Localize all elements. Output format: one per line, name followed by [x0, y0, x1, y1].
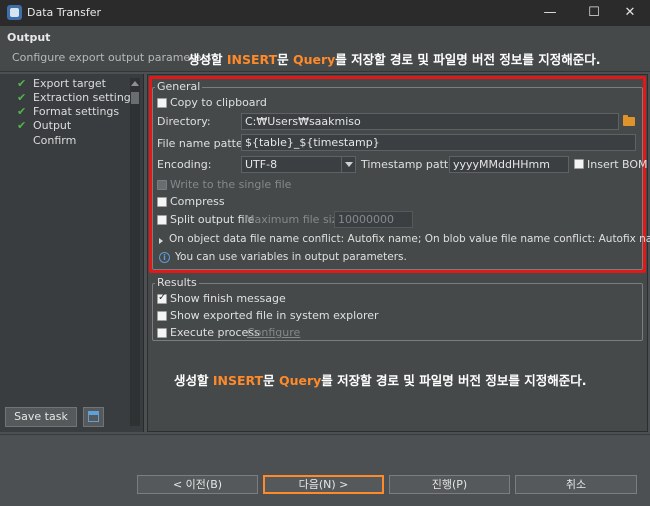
window-title: Data Transfer: [27, 6, 101, 19]
next-button[interactable]: 다음(N) >: [263, 475, 384, 494]
show-finish-message-label: Show finish message: [170, 292, 286, 305]
write-single-file-label: Write to the single file: [170, 178, 292, 191]
copy-to-clipboard-label: Copy to clipboard: [170, 96, 267, 109]
scroll-thumb[interactable]: [131, 92, 139, 104]
compress-checkbox[interactable]: [157, 197, 167, 207]
close-button[interactable]: ✕: [618, 3, 642, 23]
app-icon: [7, 5, 22, 20]
annotation-highlight: INSERT: [226, 52, 278, 67]
page-title: Output: [7, 31, 51, 44]
results-group-title: Results: [155, 276, 199, 289]
max-file-size-input[interactable]: 10000000: [334, 211, 413, 228]
file-name-pattern-input[interactable]: ${table}_${timestamp}: [241, 134, 636, 151]
nav-scrollbar[interactable]: [130, 78, 140, 426]
annotation-highlight: Query: [278, 373, 322, 388]
annotation-text: 생성할: [174, 373, 213, 388]
configure-link[interactable]: Configure: [247, 326, 300, 339]
annotation-text: 생성할: [188, 52, 227, 67]
show-exported-file-checkbox[interactable]: [157, 311, 167, 321]
header-annotation: 생성할 INSERT문 Query를 저장할 경로 및 파일명 버전 정보를 지…: [188, 49, 601, 68]
nav-item-extraction-settings[interactable]: ✔ Extraction settings: [17, 91, 137, 105]
maximize-button[interactable]: ☐: [582, 3, 606, 23]
nav-item-format-settings[interactable]: ✔ Format settings: [17, 105, 137, 119]
nav-item-confirm[interactable]: Confirm: [17, 134, 137, 148]
annotation-text: 를 저장할 경로 및 파일명 버전 정보를 지정해준다.: [321, 373, 587, 388]
nav-item-label: Extraction settings: [33, 91, 137, 104]
timestamp-pattern-input[interactable]: yyyyMMddHHmm: [449, 156, 569, 173]
main-annotation: 생성할 INSERT문 Query를 저장할 경로 및 파일명 버전 정보를 지…: [174, 370, 587, 389]
general-group-title: General: [155, 80, 203, 93]
write-single-file-checkbox[interactable]: [157, 180, 167, 190]
max-file-size-label: Maximum file size:: [245, 213, 348, 226]
annotation-highlight: INSERT: [212, 373, 264, 388]
insert-bom-checkbox[interactable]: [574, 159, 584, 169]
nav-item-label: Output: [33, 119, 72, 132]
directory-input[interactable]: C:₩Users₩saakmiso: [241, 113, 619, 130]
dialog-footer: [0, 434, 650, 506]
copy-to-clipboard-checkbox[interactable]: [157, 98, 167, 108]
check-icon: ✔: [17, 119, 27, 132]
task-config-icon: [88, 411, 99, 422]
nav-item-label: Export target: [33, 77, 106, 90]
save-task-button[interactable]: Save task: [5, 407, 77, 427]
split-output-label: Split output file: [170, 213, 255, 226]
check-icon: ✔: [17, 91, 27, 104]
encoding-label: Encoding:: [157, 158, 212, 171]
check-icon: ✔: [17, 77, 27, 90]
info-icon: i: [159, 252, 170, 263]
directory-label: Directory:: [157, 115, 211, 128]
nav-item-output[interactable]: ✔ Output: [17, 119, 137, 133]
execute-process-checkbox[interactable]: [157, 328, 167, 338]
annotation-text: 문: [277, 52, 293, 67]
check-icon: ✔: [17, 105, 27, 118]
show-finish-message-checkbox[interactable]: [157, 292, 167, 304]
conflict-settings-text[interactable]: On object data file name conflict: Autof…: [169, 233, 650, 245]
nav-item-label: Format settings: [33, 105, 120, 118]
annotation-highlight: Query: [292, 52, 336, 67]
folder-icon[interactable]: [623, 115, 635, 126]
variables-info-text: You can use variables in output paramete…: [175, 251, 407, 263]
minimize-button[interactable]: —: [538, 3, 562, 23]
encoding-select[interactable]: UTF-8: [241, 156, 356, 173]
nav-item-label: Confirm: [33, 134, 77, 147]
prev-button[interactable]: < 이전(B): [137, 475, 258, 494]
cancel-button[interactable]: 취소: [515, 475, 637, 494]
expand-arrow-icon[interactable]: [159, 238, 163, 244]
proceed-button[interactable]: 진행(P): [389, 475, 510, 494]
annotation-text: 문: [263, 373, 279, 388]
chevron-down-icon[interactable]: [341, 157, 355, 172]
scroll-up-arrow-icon[interactable]: [131, 81, 139, 86]
page-subtitle: Configure export output parameters: [12, 51, 212, 64]
nav-item-export-target[interactable]: ✔ Export target: [17, 77, 137, 91]
show-exported-file-label: Show exported file in system explorer: [170, 309, 379, 322]
insert-bom-label: Insert BOM: [587, 158, 648, 171]
split-output-checkbox[interactable]: [157, 215, 167, 225]
annotation-text: 를 저장할 경로 및 파일명 버전 정보를 지정해준다.: [335, 52, 601, 67]
compress-label: Compress: [170, 195, 225, 208]
